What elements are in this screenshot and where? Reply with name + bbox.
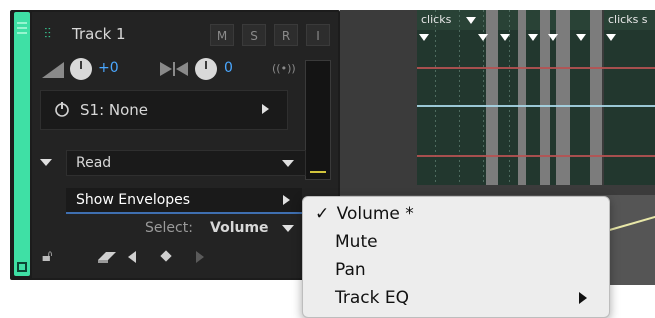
mute-button[interactable]: M <box>210 24 234 46</box>
track-select-box[interactable] <box>17 262 27 272</box>
input-slot-label: S1: None <box>80 101 149 119</box>
envelopes-context-menu: ✓ Volume * Mute Pan Track EQ <box>302 196 610 318</box>
solo-button[interactable]: S <box>242 24 266 46</box>
clip-marker[interactable] <box>548 34 558 41</box>
envelope-line <box>417 105 655 107</box>
submenu-arrow-icon <box>579 292 587 304</box>
meter-level <box>310 171 326 173</box>
envelope-line <box>417 155 655 157</box>
power-icon[interactable] <box>54 101 70 117</box>
clip-marker[interactable] <box>576 34 586 41</box>
chevron-down-icon[interactable] <box>282 225 294 232</box>
select-label: Select: <box>145 220 193 236</box>
level-meter <box>305 60 331 180</box>
envelope-line <box>417 67 655 69</box>
clip-marker[interactable] <box>500 34 510 41</box>
eraser-icon[interactable] <box>96 250 118 264</box>
chevron-down-icon[interactable] <box>40 159 52 166</box>
track-color-bar[interactable] <box>14 12 30 276</box>
clip-marker[interactable] <box>528 34 538 41</box>
automation-mode-label: Read <box>76 155 112 171</box>
menu-item-volume[interactable]: ✓ Volume * <box>315 204 414 224</box>
envelope-select-value[interactable]: Volume <box>210 220 269 236</box>
waveform-icon: ⫶⫶ <box>44 26 51 42</box>
chevron-down-icon <box>282 160 294 167</box>
track-header-panel <box>32 12 338 278</box>
clip-marker[interactable] <box>478 34 488 41</box>
grip-line <box>17 32 27 34</box>
pan-icon <box>160 62 188 76</box>
input-slot[interactable] <box>40 90 288 130</box>
next-keyframe-icon[interactable] <box>196 251 204 263</box>
input-monitor-icon[interactable]: ((•)) <box>272 62 296 75</box>
menu-item-pan[interactable]: Pan <box>335 260 366 280</box>
grip-line <box>17 22 27 24</box>
menu-item-mute[interactable]: Mute <box>335 232 378 252</box>
previous-keyframe-icon[interactable] <box>128 251 136 263</box>
volume-value[interactable]: +0 <box>98 60 119 76</box>
checkmark-icon: ✓ <box>315 204 330 224</box>
menu-item-label: Volume * <box>336 204 414 224</box>
volume-icon <box>42 62 64 78</box>
clip-marker[interactable] <box>419 34 429 41</box>
pan-knob[interactable] <box>195 58 217 80</box>
track-name[interactable]: Track 1 <box>72 25 126 43</box>
clip-marker[interactable] <box>466 17 476 24</box>
input-monitor-button[interactable]: I <box>306 24 330 46</box>
lock-icon[interactable]: 🔓︎ <box>42 246 52 266</box>
pan-value[interactable]: 0 <box>224 60 233 76</box>
volume-knob[interactable] <box>70 58 92 80</box>
chevron-right-icon <box>283 195 290 205</box>
chevron-right-icon[interactable] <box>262 104 269 114</box>
grip-line <box>17 27 27 29</box>
clip-marker[interactable] <box>606 34 616 41</box>
menu-item-track-eq[interactable]: Track EQ <box>335 288 409 308</box>
record-arm-button[interactable]: R <box>274 24 298 46</box>
show-envelopes-label: Show Envelopes <box>76 192 191 208</box>
